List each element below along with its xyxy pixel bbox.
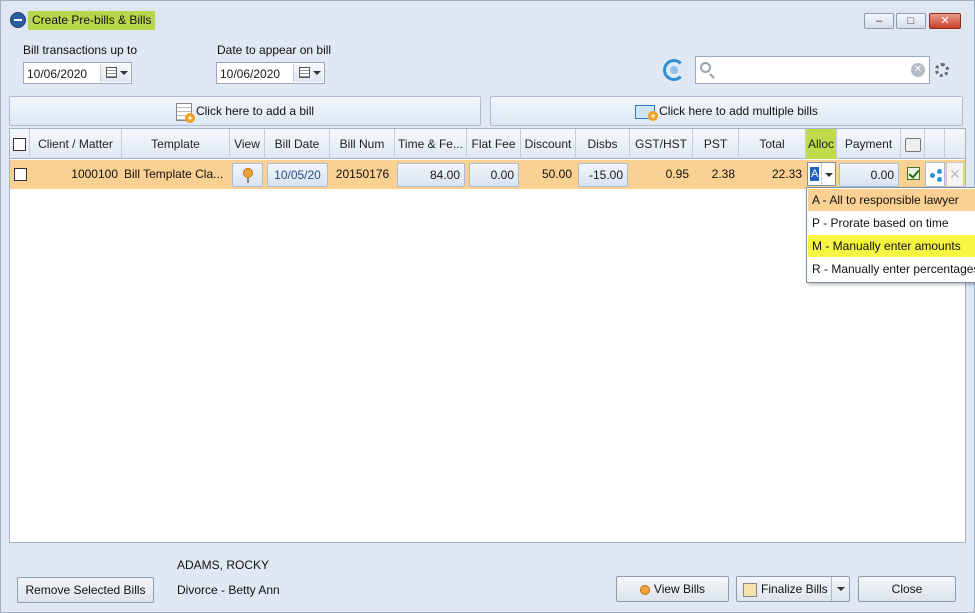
cell-client-matter[interactable]: 1000100 [30,160,122,189]
cell-bill-num: 20150176 [335,167,390,181]
calendar-icon [299,67,310,78]
col-bill-icon[interactable] [901,129,925,159]
maximize-button[interactable]: □ [896,13,926,29]
title-bar: Create Pre-bills & Bills – □ ✕ [1,1,974,33]
pin-icon [639,584,650,595]
finalize-pen-icon [743,582,757,597]
client-name: ADAMS, ROCKY [177,558,270,572]
col-bill-date[interactable]: Bill Date [265,129,330,159]
select-all-cell[interactable] [10,129,30,159]
calendar-dropdown-button[interactable] [293,64,323,82]
col-payment[interactable]: Payment [837,129,901,159]
finalize-bills-label: Finalize Bills [761,582,828,596]
chevron-down-icon[interactable] [831,577,849,601]
alloc-option-a[interactable]: A - All to responsible lawyer [808,189,975,211]
cell-pst: 2.38 [711,167,735,181]
col-bill-num[interactable]: Bill Num [330,129,395,159]
view-bill-button[interactable] [232,163,263,187]
search-input[interactable] [716,60,906,80]
payment-input[interactable]: 0.00 [839,163,899,187]
bill-up-to-value: 10/06/2020 [27,67,88,81]
bill-up-to-date-field[interactable]: 10/06/2020 [23,62,132,84]
date-on-bill-field[interactable]: 10/06/2020 [216,62,325,84]
add-bill-label: Click here to add a bill [195,104,315,118]
bill-options-icon [904,137,921,152]
share-icon [930,169,942,182]
row-checkbox[interactable] [13,168,27,182]
minimize-button[interactable]: – [864,13,894,29]
col-total[interactable]: Total [739,129,806,159]
calendar-icon [106,67,117,78]
alloc-select[interactable]: A [807,162,836,186]
matter-name: Divorce - Betty Ann [177,583,280,597]
alloc-option-p[interactable]: P - Prorate based on time [808,212,975,234]
alloc-selected-value: A [810,167,820,181]
col-delete [945,129,965,159]
search-box[interactable]: ✕ [695,56,930,84]
col-time-fees[interactable]: Time & Fe... [395,129,467,159]
row-select-cell[interactable] [10,160,30,189]
add-multiple-bills-button[interactable]: + Click here to add multiple bills [490,96,963,126]
time-fees-input[interactable]: 84.00 [397,163,465,187]
date-on-bill-label: Date to appear on bill [217,43,332,57]
add-bill-button[interactable]: + Click here to add a bill [9,96,481,126]
cell-gst-hst: 0.95 [665,167,689,181]
col-client-matter[interactable]: Client / Matter [30,129,122,159]
alloc-dropdown-list: A - All to responsible lawyer P - Prorat… [806,187,975,283]
col-flat-fee[interactable]: Flat Fee [467,129,521,159]
delete-row-icon[interactable]: ✕ [946,162,964,187]
col-template[interactable]: Template [122,129,230,159]
add-document-icon: + [175,102,195,123]
refresh-icon[interactable] [663,59,685,81]
view-bills-label: View Bills [653,582,706,596]
view-pin-icon [243,168,253,183]
window-title: Create Pre-bills & Bills [28,11,156,30]
close-window-button[interactable]: ✕ [929,13,961,29]
clear-search-icon[interactable]: ✕ [911,63,925,77]
table-row[interactable]: 1000100 Bill Template Cla... 10/05/20 20… [10,160,965,189]
col-disbs[interactable]: Disbs [576,129,630,159]
cell-discount: 50.00 [541,167,572,181]
col-alloc[interactable]: Alloc [806,129,837,159]
create-bills-window: Create Pre-bills & Bills – □ ✕ Bill tran… [0,0,975,613]
disbs-input[interactable]: -15.00 [578,163,628,187]
scales-icon [10,12,26,28]
chevron-down-icon[interactable] [821,163,835,185]
view-bills-button[interactable]: View Bills [616,576,729,602]
chevron-down-icon [120,71,128,75]
cell-total: 22.33 [771,167,802,181]
finalize-bills-button[interactable]: Finalize Bills [736,576,850,602]
bill-date-input[interactable]: 10/05/20 [267,163,328,187]
settings-gear-icon[interactable] [935,63,949,77]
flat-fee-input[interactable]: 0.00 [469,163,519,187]
calendar-dropdown-button[interactable] [100,64,130,82]
col-share [925,129,945,159]
alloc-option-m[interactable]: M - Manually enter amounts [808,235,975,257]
alloc-option-r[interactable]: R - Manually enter percentages [808,258,975,280]
select-all-checkbox[interactable] [13,138,26,152]
cell-template[interactable]: Bill Template Cla... [124,160,228,189]
add-multiple-label: Click here to add multiple bills [659,104,818,118]
add-multiple-icon: + [635,104,659,121]
bill-up-to-label: Bill transactions up to [23,43,138,57]
col-pst[interactable]: PST [693,129,739,159]
chevron-down-icon [313,71,321,75]
remove-selected-bills-button[interactable]: Remove Selected Bills [17,577,154,603]
col-discount[interactable]: Discount [521,129,576,159]
search-icon [700,62,711,73]
grid-header: Client / Matter Template View Bill Date … [10,129,965,159]
finalize-checkbox[interactable] [907,167,920,180]
share-button[interactable] [925,162,945,187]
date-on-bill-value: 10/06/2020 [220,67,281,81]
close-button[interactable]: Close [858,576,956,602]
col-view[interactable]: View [230,129,265,159]
col-gst-hst[interactable]: GST/HST [630,129,693,159]
